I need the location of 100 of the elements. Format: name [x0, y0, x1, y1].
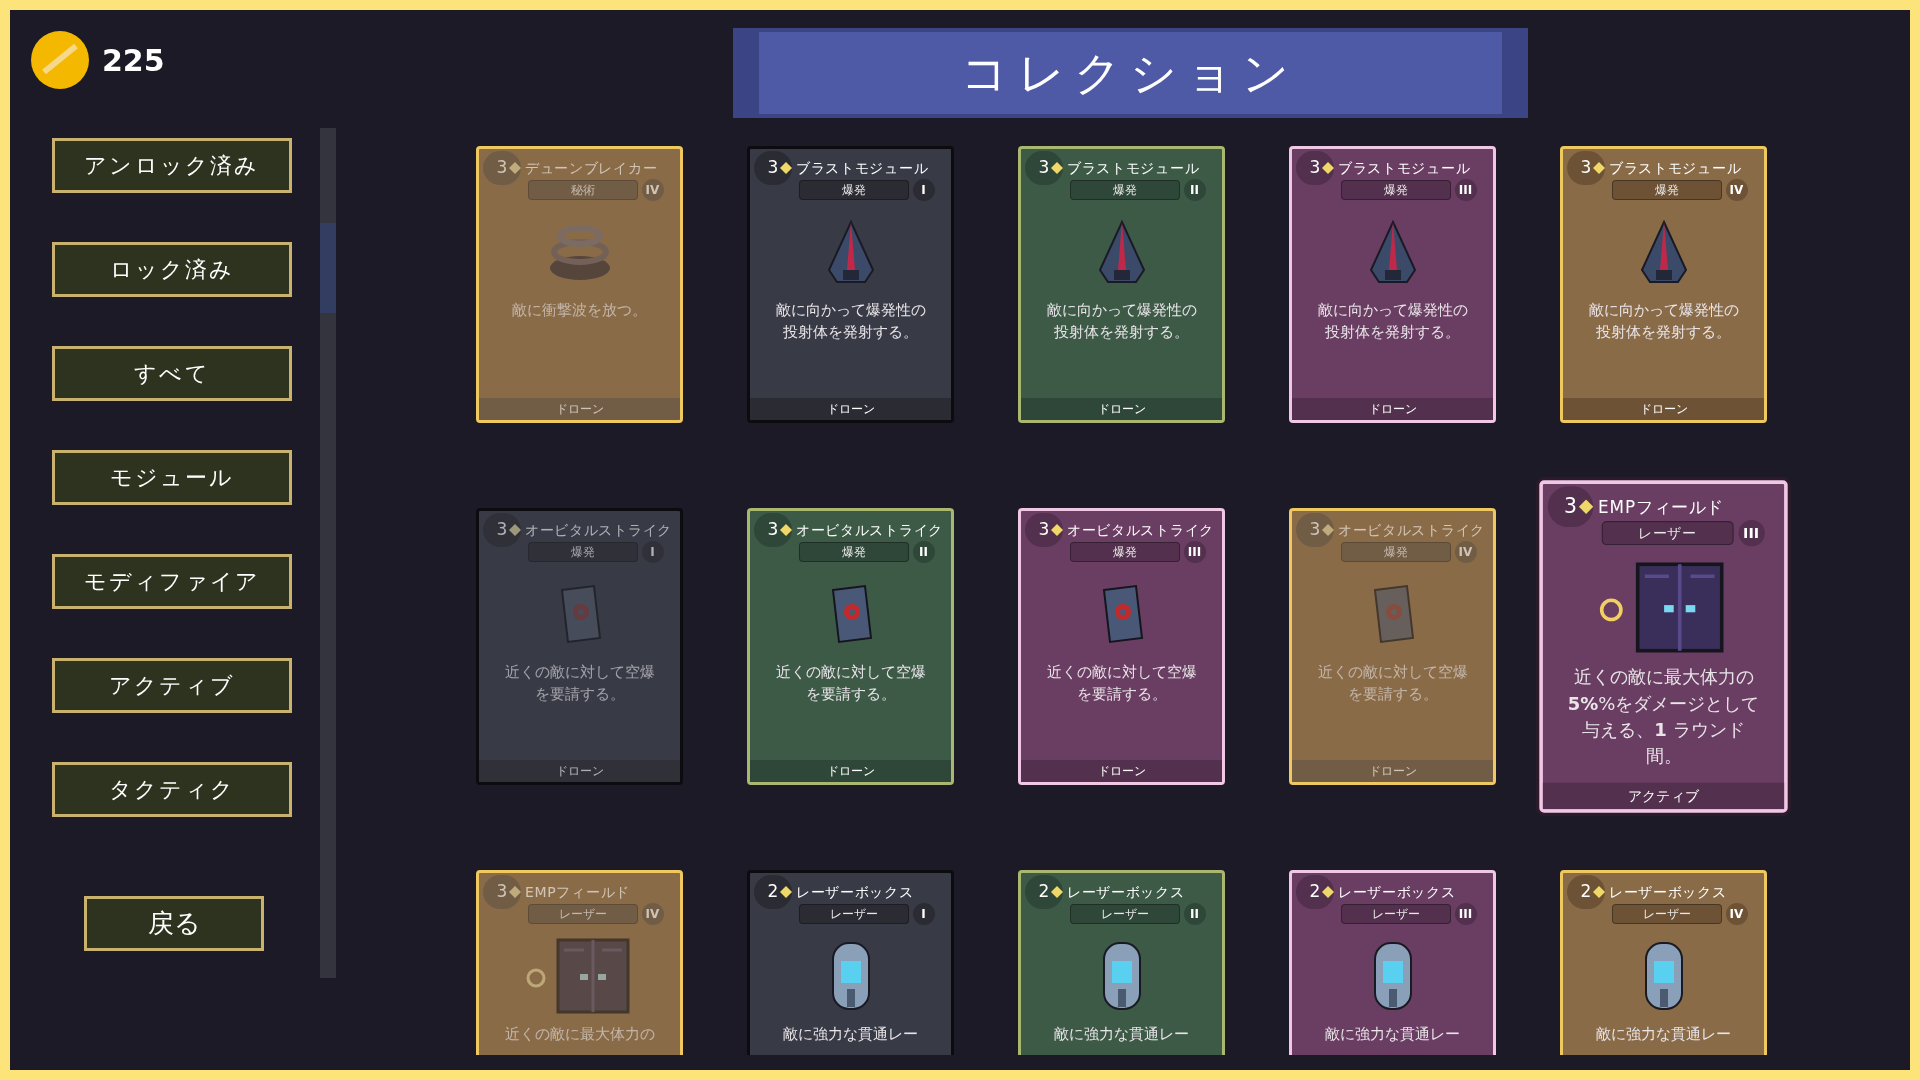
- coin-icon: [30, 30, 90, 90]
- card[interactable]: 3 EMPフィールド レーザー IV 近くの敵に最大体力の: [476, 870, 683, 1055]
- tier-badge: II: [1183, 903, 1206, 925]
- card-category: ドローン: [1292, 760, 1493, 782]
- card-description: 敵に強力な貫通レー: [1053, 1024, 1190, 1045]
- cost-badge: 3: [1547, 486, 1594, 528]
- filter-button[interactable]: モジュール: [52, 450, 292, 505]
- tier-badge: IV: [1454, 541, 1477, 563]
- cost-badge: 3: [1025, 513, 1063, 547]
- card-description: 敵に向かって爆発性の投射体を発射する。: [1587, 300, 1740, 343]
- card-category: ドローン: [1021, 760, 1222, 782]
- cost-badge: 2: [1025, 875, 1063, 909]
- card-name: デューンブレイカー: [525, 158, 658, 178]
- card[interactable]: 2 レーザーボックス レーザー II 敵に強力な貫通レー: [1018, 870, 1225, 1055]
- card-name: ブラストモジュール: [1067, 158, 1200, 178]
- diamond-icon: [1322, 886, 1334, 898]
- card[interactable]: 2 レーザーボックス レーザー IV 敵に強力な貫通レー: [1560, 870, 1767, 1055]
- tier-badge: IV: [641, 179, 664, 201]
- tier-badge: III: [1183, 541, 1206, 563]
- card-category: ドローン: [479, 760, 680, 782]
- filter-button[interactable]: モディファイア: [52, 554, 292, 609]
- card-tag: レーザー: [1601, 521, 1734, 546]
- card-description: 敵に衝撃波を放つ。: [511, 300, 648, 321]
- cost-badge: 3: [754, 151, 792, 185]
- card-tag: レーザー: [527, 904, 638, 924]
- scrollbar-track[interactable]: [320, 128, 336, 978]
- card-name: EMPフィールド: [525, 882, 630, 902]
- card[interactable]: 3 オービタルストライク 爆発 I 近くの敵に対して空爆を要請する。 ドローン: [476, 508, 683, 785]
- tier-badge: III: [1737, 519, 1765, 547]
- filter-button[interactable]: タクティク: [52, 762, 292, 817]
- card-description: 敵に向かって爆発性の投射体を発射する。: [774, 300, 927, 343]
- card-description: 近くの敵に対して空爆を要請する。: [774, 662, 927, 705]
- diamond-icon: [1322, 162, 1334, 174]
- card-tag: レーザー: [1340, 904, 1451, 924]
- card-name: ブラストモジュール: [1338, 158, 1471, 178]
- card-description: 敵に強力な貫通レー: [782, 1024, 919, 1045]
- filter-button[interactable]: アクティブ: [52, 658, 292, 713]
- card-description: 敵に強力な貫通レー: [1595, 1024, 1732, 1045]
- card-description: 近くの敵に最大体力の5%%をダメージとして与える、1 ラウンド間。: [1566, 665, 1761, 770]
- filter-button[interactable]: すべて: [52, 346, 292, 401]
- card-tag: 秘術: [527, 180, 638, 200]
- card-name: レーザーボックス: [1067, 882, 1185, 902]
- diamond-icon: [1322, 524, 1334, 536]
- tier-badge: I: [912, 179, 935, 201]
- card-description: 近くの敵に対して空爆を要請する。: [503, 662, 656, 705]
- tier-badge: II: [912, 541, 935, 563]
- card[interactable]: 3 EMPフィールド レーザー III 近くの敵に最大体力の5%%をダメージとして与える、1 ラウンド間。 アクティブ: [1539, 480, 1788, 813]
- card-description: 近くの敵に最大体力の: [503, 1024, 656, 1045]
- card[interactable]: 3 ブラストモジュール 爆発 IV 敵に向かって爆発性の投射体を発射する。 ドローン: [1560, 146, 1767, 423]
- tier-badge: IV: [641, 903, 664, 925]
- diamond-icon: [509, 524, 521, 536]
- card-tag: 爆発: [1069, 542, 1180, 562]
- back-button[interactable]: 戻る: [84, 896, 264, 951]
- card[interactable]: 2 レーザーボックス レーザー III 敵に強力な貫通レー: [1289, 870, 1496, 1055]
- diamond-icon: [509, 162, 521, 174]
- tier-badge: IV: [1725, 903, 1748, 925]
- card-description: 敵に強力な貫通レー: [1324, 1024, 1461, 1045]
- card-tag: 爆発: [798, 542, 909, 562]
- card[interactable]: 3 オービタルストライク 爆発 IV 近くの敵に対して空爆を要請する。 ドローン: [1289, 508, 1496, 785]
- card[interactable]: 2 レーザーボックス レーザー I 敵に強力な貫通レー: [747, 870, 954, 1055]
- card-name: EMPフィールド: [1598, 495, 1725, 518]
- cost-badge: 3: [1025, 151, 1063, 185]
- card[interactable]: 3 デューンブレイカー 秘術 IV 敵に衝撃波を放つ。 ドローン: [476, 146, 683, 423]
- tier-badge: I: [912, 903, 935, 925]
- card-name: ブラストモジュール: [1609, 158, 1742, 178]
- card-category: ドローン: [750, 398, 951, 420]
- card-description: 敵に向かって爆発性の投射体を発射する。: [1316, 300, 1469, 343]
- card-name: レーザーボックス: [796, 882, 914, 902]
- card-name: オービタルストライク: [1067, 520, 1214, 540]
- card-name: レーザーボックス: [1609, 882, 1727, 902]
- card[interactable]: 3 ブラストモジュール 爆発 I 敵に向かって爆発性の投射体を発射する。 ドローン: [747, 146, 954, 423]
- card-tag: レーザー: [798, 904, 909, 924]
- cost-badge: 3: [483, 875, 521, 909]
- card[interactable]: 3 ブラストモジュール 爆発 III 敵に向かって爆発性の投射体を発射する。 ドローン: [1289, 146, 1496, 423]
- card-tag: 爆発: [798, 180, 909, 200]
- tier-badge: III: [1454, 903, 1477, 925]
- title-text: コレクション: [961, 44, 1299, 102]
- card[interactable]: 3 オービタルストライク 爆発 III 近くの敵に対して空爆を要請する。 ドローン: [1018, 508, 1225, 785]
- card-description: 近くの敵に対して空爆を要請する。: [1316, 662, 1469, 705]
- diamond-icon: [780, 162, 792, 174]
- filter-button[interactable]: アンロック済み: [52, 138, 292, 193]
- cost-badge: 2: [754, 875, 792, 909]
- card-category: ドローン: [479, 398, 680, 420]
- card[interactable]: 3 オービタルストライク 爆発 II 近くの敵に対して空爆を要請する。 ドローン: [747, 508, 954, 785]
- cost-badge: 2: [1567, 875, 1605, 909]
- diamond-icon: [1051, 162, 1063, 174]
- card-name: オービタルストライク: [796, 520, 943, 540]
- card-tag: 爆発: [1340, 542, 1451, 562]
- card-tag: レーザー: [1069, 904, 1180, 924]
- diamond-icon: [1051, 886, 1063, 898]
- filter-button[interactable]: ロック済み: [52, 242, 292, 297]
- cost-badge: 3: [483, 513, 521, 547]
- tier-badge: II: [1183, 179, 1206, 201]
- scrollbar-thumb[interactable]: [320, 223, 336, 313]
- diamond-icon: [1051, 524, 1063, 536]
- card-tag: 爆発: [1611, 180, 1722, 200]
- diamond-icon: [780, 886, 792, 898]
- card[interactable]: 3 ブラストモジュール 爆発 II 敵に向かって爆発性の投射体を発射する。 ドローン: [1018, 146, 1225, 423]
- cost-badge: 3: [754, 513, 792, 547]
- diamond-icon: [780, 524, 792, 536]
